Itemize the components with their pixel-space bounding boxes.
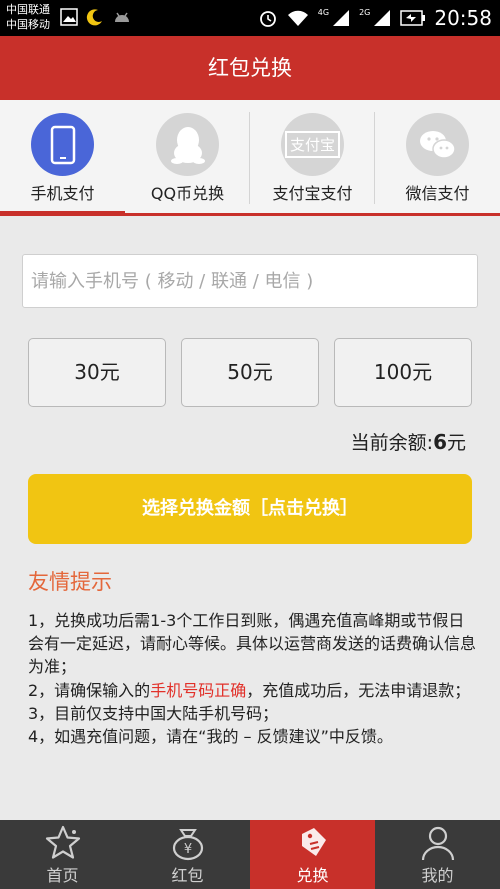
tab-label: 微信支付 bbox=[405, 184, 470, 203]
tab-label: 手机支付 bbox=[30, 184, 95, 203]
nav-mine[interactable]: 我的 bbox=[375, 820, 500, 889]
tab-phone-circle bbox=[31, 113, 94, 176]
payment-tabs: 手机支付 QQ币兑换 支付宝 支付宝支付 微信支付 bbox=[0, 100, 500, 216]
bottom-nav: 首页 ¥ 红包 兑换 我的 bbox=[0, 820, 500, 889]
signal-icon bbox=[333, 10, 350, 26]
qq-penguin-icon bbox=[170, 126, 205, 164]
signal-icon-2 bbox=[374, 10, 391, 26]
clock: 20:58 bbox=[434, 6, 492, 30]
page-title: 红包兑换 bbox=[208, 56, 292, 80]
tab-wechat[interactable]: 微信支付 bbox=[375, 100, 500, 216]
tab-wechat-circle bbox=[406, 113, 469, 176]
balance-value: 6 bbox=[433, 430, 447, 454]
nav-red-packet[interactable]: ¥ 红包 bbox=[125, 820, 250, 889]
phone-icon bbox=[50, 125, 75, 164]
tip-item-3: 3，目前仅支持中国大陆手机号码； bbox=[28, 703, 279, 723]
balance-label: 当前余额: bbox=[350, 432, 434, 454]
amount-option-100[interactable]: 100元 bbox=[334, 338, 472, 407]
android-icon bbox=[115, 12, 129, 22]
alarm-icon bbox=[259, 11, 276, 27]
tip-2-suffix: ，充值成功后，无法申请退款； bbox=[246, 680, 471, 700]
tip-2-highlight: 手机号码正确 bbox=[150, 680, 247, 700]
network-4g-label: 4G bbox=[317, 7, 330, 17]
app-bar: 红包兑换 bbox=[0, 36, 500, 100]
tab-label: QQ币兑换 bbox=[150, 184, 225, 203]
tips-list: 1，兑换成功后需1-3个工作日到账，偶遇充值高峰期或节假日会有一定延迟，请耐心等… bbox=[28, 609, 478, 748]
tab-alipay-circle: 支付宝 bbox=[281, 113, 344, 176]
star-home-icon bbox=[45, 825, 81, 859]
nav-label: 我的 bbox=[421, 866, 454, 885]
status-left-icons bbox=[60, 8, 132, 26]
tab-qq-circle bbox=[156, 113, 219, 176]
status-bar: 中国联通 中国移动 4G 2G 20:58 bbox=[0, 0, 500, 36]
nav-label: 首页 bbox=[46, 866, 79, 885]
user-icon bbox=[421, 826, 455, 861]
tip-item-1: 1，兑换成功后需1-3个工作日到账，偶遇充值高峰期或节假日会有一定延迟，请耐心等… bbox=[28, 611, 477, 677]
amount-option-30[interactable]: 30元 bbox=[28, 338, 166, 407]
carrier-labels: 中国联通 中国移动 bbox=[6, 2, 50, 32]
tabs-bottom-rule bbox=[125, 213, 500, 216]
tips-title: 友情提示 bbox=[28, 570, 112, 594]
carrier-2: 中国移动 bbox=[6, 18, 50, 31]
moon-icon bbox=[86, 9, 102, 26]
tip-item-4: 4，如遇充值问题，请在“我的 – 反馈建议”中反馈。 bbox=[28, 727, 393, 747]
balance-unit: 元 bbox=[446, 432, 466, 454]
tab-alipay[interactable]: 支付宝 支付宝支付 bbox=[250, 100, 375, 216]
nav-label: 红包 bbox=[171, 866, 204, 885]
amount-option-50[interactable]: 50元 bbox=[181, 338, 319, 407]
tab-phone-pay[interactable]: 手机支付 bbox=[0, 100, 125, 216]
svg-text:¥: ¥ bbox=[184, 842, 192, 857]
active-tab-indicator bbox=[0, 211, 125, 216]
exchange-button[interactable]: 选择兑换金额［点击兑换］ bbox=[28, 474, 472, 544]
carrier-1: 中国联通 bbox=[6, 3, 50, 16]
wechat-icon bbox=[419, 130, 456, 159]
phone-number-input[interactable] bbox=[22, 254, 478, 308]
current-balance: 当前余额:6元 bbox=[351, 428, 466, 455]
gallery-icon bbox=[60, 8, 78, 26]
tab-qq-coin[interactable]: QQ币兑换 bbox=[125, 100, 250, 216]
alipay-icon: 支付宝 bbox=[284, 131, 340, 158]
nav-label: 兑换 bbox=[296, 866, 329, 885]
nav-home[interactable]: 首页 bbox=[0, 820, 125, 889]
network-2g-label: 2G bbox=[359, 7, 371, 17]
tab-label: 支付宝支付 bbox=[272, 184, 353, 203]
wifi-icon bbox=[287, 10, 308, 26]
exchange-tag-icon bbox=[302, 828, 326, 856]
tip-2-prefix: 2，请确保输入的 bbox=[28, 680, 151, 700]
money-bag-icon: ¥ bbox=[172, 829, 204, 861]
battery-icon bbox=[400, 10, 426, 26]
status-right-icons: 4G 2G 20:58 bbox=[258, 6, 492, 30]
tip-item-2: 2，请确保输入的手机号码正确，充值成功后，无法申请退款； bbox=[28, 679, 478, 702]
nav-exchange[interactable]: 兑换 bbox=[250, 820, 375, 889]
